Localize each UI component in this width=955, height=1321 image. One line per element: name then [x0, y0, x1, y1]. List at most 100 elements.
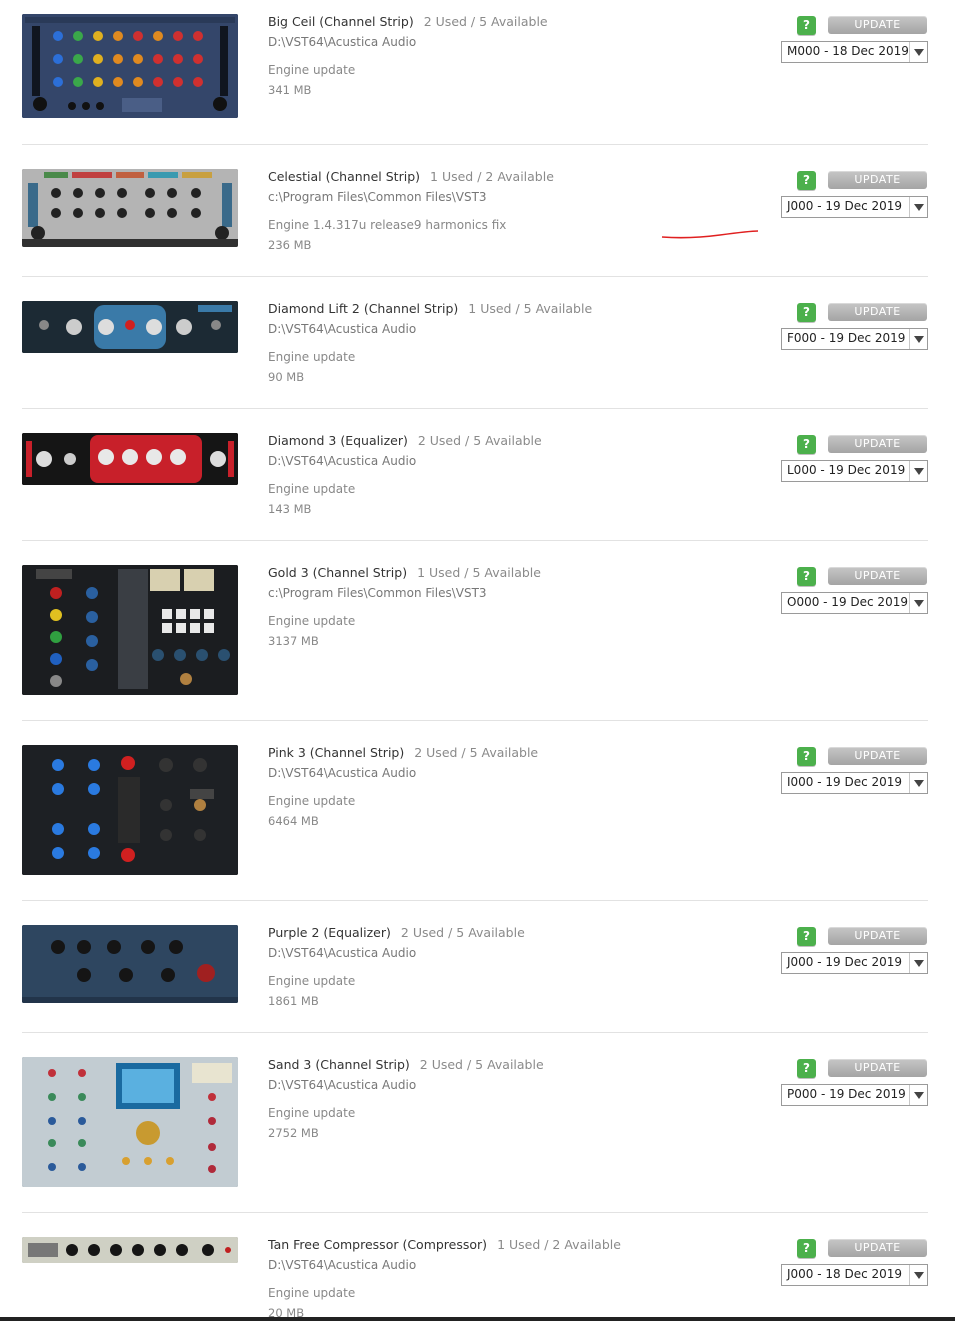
license-usage: 1 Used / 2 Available	[497, 1237, 621, 1252]
install-path: D:\VST64\Acustica Audio	[268, 1258, 417, 1272]
plugin-size: 3137 MB	[268, 634, 319, 648]
chevron-down-icon[interactable]	[909, 1265, 927, 1285]
plugin-thumbnail	[22, 169, 238, 247]
install-path: D:\VST64\Acustica Audio	[268, 1078, 417, 1092]
license-usage: 2 Used / 5 Available	[423, 14, 548, 29]
version-select[interactable]: J000 - 19 Dec 2019	[781, 196, 928, 218]
plugin-row: Big Ceil (Channel Strip) 2 Used / 5 Avail…	[22, 14, 928, 145]
version-select-value: L000 - 19 Dec 2019	[787, 463, 906, 477]
plugin-row: Diamond 3 (Equalizer) 2 Used / 5 Availabl…	[22, 433, 928, 541]
update-button[interactable]: UPDATE	[828, 171, 927, 189]
chevron-down-icon[interactable]	[909, 953, 927, 973]
license-usage: 1 Used / 2 Available	[430, 169, 554, 184]
plugin-name: Diamond 3 (Equalizer) 2 Used / 5 Availabl…	[268, 433, 542, 448]
version-select-value: F000 - 19 Dec 2019	[787, 331, 906, 345]
version-select[interactable]: O000 - 19 Dec 2019	[781, 592, 928, 614]
plugin-size: 236 MB	[268, 238, 312, 252]
plugin-thumbnail	[22, 565, 238, 695]
plugin-name: Purple 2 (Equalizer) 2 Used / 5 Available	[268, 925, 525, 940]
engine-status: Engine update	[268, 350, 356, 364]
help-button[interactable]: ?	[797, 747, 816, 766]
update-button[interactable]: UPDATE	[828, 1239, 927, 1257]
version-select[interactable]: I000 - 19 Dec 2019	[781, 772, 928, 794]
license-usage: 2 Used / 5 Available	[417, 433, 542, 448]
engine-status: Engine update	[268, 1106, 356, 1120]
update-button[interactable]: UPDATE	[828, 747, 927, 765]
license-usage: 2 Used / 5 Available	[400, 925, 525, 940]
plugin-name: Gold 3 (Channel Strip) 1 Used / 5 Availab…	[268, 565, 541, 580]
license-usage: 1 Used / 5 Available	[468, 301, 593, 316]
version-select[interactable]: P000 - 19 Dec 2019	[781, 1084, 928, 1106]
help-button[interactable]: ?	[797, 1239, 816, 1258]
plugin-name: Big Ceil (Channel Strip) 2 Used / 5 Avail…	[268, 14, 548, 29]
install-path: D:\VST64\Acustica Audio	[268, 454, 417, 468]
plugin-row: Pink 3 (Channel Strip) 2 Used / 5 Availab…	[22, 745, 928, 901]
chevron-down-icon[interactable]	[909, 593, 927, 613]
plugin-name: Sand 3 (Channel Strip) 2 Used / 5 Availab…	[268, 1057, 544, 1072]
plugin-row: Gold 3 (Channel Strip) 1 Used / 5 Availab…	[22, 565, 928, 721]
plugin-thumbnail	[22, 301, 238, 353]
license-usage: 2 Used / 5 Available	[419, 1057, 544, 1072]
plugin-size: 1861 MB	[268, 994, 319, 1008]
engine-status: Engine update	[268, 1286, 356, 1300]
license-usage: 2 Used / 5 Available	[414, 745, 539, 760]
window-bottom-edge	[0, 1317, 955, 1321]
help-button[interactable]: ?	[797, 927, 816, 946]
help-button[interactable]: ?	[797, 567, 816, 586]
install-path: D:\VST64\Acustica Audio	[268, 35, 417, 49]
update-button[interactable]: UPDATE	[828, 16, 927, 34]
install-path: D:\VST64\Acustica Audio	[268, 322, 417, 336]
update-button[interactable]: UPDATE	[828, 1059, 927, 1077]
version-select-value: J000 - 19 Dec 2019	[787, 199, 903, 213]
version-select[interactable]: M000 - 18 Dec 2019	[781, 41, 928, 63]
help-button[interactable]: ?	[797, 435, 816, 454]
plugin-size: 143 MB	[268, 502, 312, 516]
engine-status: Engine update	[268, 974, 356, 988]
update-button[interactable]: UPDATE	[828, 927, 927, 945]
update-button[interactable]: UPDATE	[828, 435, 927, 453]
plugin-name: Diamond Lift 2 (Channel Strip) 1 Used / 5…	[268, 301, 593, 316]
license-usage: 1 Used / 5 Available	[417, 565, 541, 580]
help-button[interactable]: ?	[797, 16, 816, 35]
help-button[interactable]: ?	[797, 1059, 816, 1078]
engine-status: Engine update	[268, 794, 356, 808]
update-button[interactable]: UPDATE	[828, 303, 927, 321]
plugin-name: Tan Free Compressor (Compressor) 1 Used /…	[268, 1237, 621, 1252]
install-path: c:\Program Files\Common Files\VST3	[268, 586, 487, 600]
chevron-down-icon[interactable]	[909, 773, 927, 793]
update-button[interactable]: UPDATE	[828, 567, 927, 585]
help-button[interactable]: ?	[797, 171, 816, 190]
chevron-down-icon[interactable]	[909, 329, 927, 349]
plugin-thumbnail	[22, 14, 238, 118]
version-select-value: J000 - 19 Dec 2019	[787, 955, 903, 969]
plugin-row: Diamond Lift 2 (Channel Strip) 1 Used / 5…	[22, 301, 928, 409]
plugin-row: Celestial (Channel Strip) 1 Used / 2 Avai…	[22, 169, 928, 277]
version-select[interactable]: J000 - 19 Dec 2019	[781, 952, 928, 974]
plugin-row: Purple 2 (Equalizer) 2 Used / 5 Available…	[22, 925, 928, 1033]
chevron-down-icon[interactable]	[909, 1085, 927, 1105]
engine-status: Engine update	[268, 482, 356, 496]
engine-status: Engine 1.4.317u release9 harmonics fix	[268, 218, 507, 232]
plugin-thumbnail	[22, 745, 238, 875]
plugin-thumbnail	[22, 433, 238, 485]
version-select[interactable]: F000 - 19 Dec 2019	[781, 328, 928, 350]
plugin-name: Pink 3 (Channel Strip) 2 Used / 5 Availab…	[268, 745, 539, 760]
version-select[interactable]: L000 - 19 Dec 2019	[781, 460, 928, 482]
plugin-row: Tan Free Compressor (Compressor) 1 Used /…	[22, 1237, 928, 1320]
engine-status: Engine update	[268, 63, 356, 77]
chevron-down-icon[interactable]	[909, 42, 927, 62]
version-select-value: O000 - 19 Dec 2019	[787, 595, 908, 609]
engine-status: Engine update	[268, 614, 356, 628]
plugin-size: 341 MB	[268, 83, 312, 97]
chevron-down-icon[interactable]	[909, 461, 927, 481]
version-select[interactable]: J000 - 18 Dec 2019	[781, 1264, 928, 1286]
install-path: c:\Program Files\Common Files\VST3	[268, 190, 487, 204]
help-button[interactable]: ?	[797, 303, 816, 322]
version-select-value: J000 - 18 Dec 2019	[787, 1267, 903, 1281]
plugin-name: Celestial (Channel Strip) 1 Used / 2 Avai…	[268, 169, 554, 184]
chevron-down-icon[interactable]	[909, 197, 927, 217]
version-select-value: M000 - 18 Dec 2019	[787, 44, 909, 58]
install-path: D:\VST64\Acustica Audio	[268, 766, 417, 780]
version-select-value: P000 - 19 Dec 2019	[787, 1087, 906, 1101]
plugin-thumbnail	[22, 925, 238, 1003]
